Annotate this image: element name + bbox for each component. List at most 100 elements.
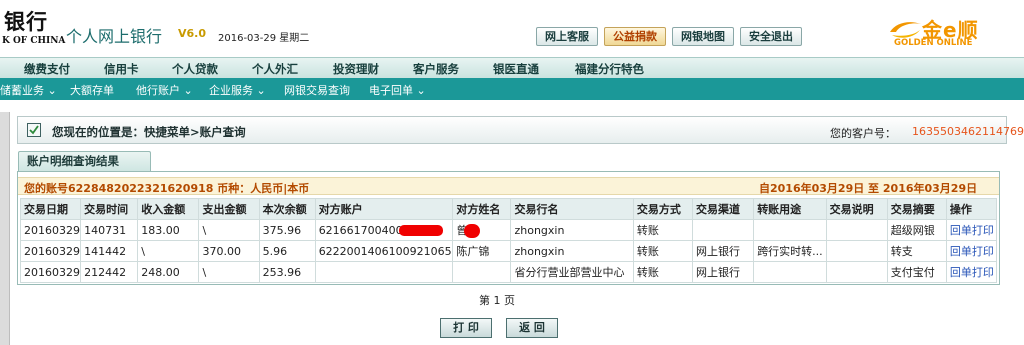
nav-item-payment[interactable]: 缴费支付 <box>24 61 70 77</box>
nav-item-medical[interactable]: 银医直通 <box>493 61 539 77</box>
left-collapse-strip[interactable] <box>0 112 10 345</box>
online-service-button[interactable]: 网上客服 <box>536 27 598 46</box>
cell-method: 转账 <box>632 219 694 241</box>
cell-note <box>825 219 888 241</box>
cell-bank-name: zhongxin <box>510 240 634 262</box>
receipt-print-link[interactable]: 回单打印 <box>945 219 998 241</box>
golden-swoosh-icon <box>890 22 921 38</box>
cell-counter-name <box>452 261 512 283</box>
tab-account-detail-result[interactable]: 账户明细查询结果 <box>18 151 151 171</box>
cell-expense: \ <box>198 261 260 283</box>
cell-date: 20160329 <box>19 261 82 283</box>
cell-counter-name: 曾 <box>452 219 512 241</box>
col-header-note: 交易说明 <box>825 198 888 220</box>
cell-purpose <box>753 219 827 241</box>
table-row: 20160329 140731 183.00 \ 375.96 62166170… <box>19 219 998 241</box>
main-nav: 缴费支付 信用卡 个人贷款 个人外汇 投资理财 客户服务 银医直通 福建分行特色 <box>0 57 1024 78</box>
cell-income: 183.00 <box>137 219 200 241</box>
cell-counter-account: 621661700400 <box>314 219 454 241</box>
col-header-expense: 支出金额 <box>198 198 260 220</box>
cell-purpose <box>753 261 827 283</box>
action-button-row: 打 印 返 回 <box>440 318 558 338</box>
col-header-purpose: 转账用途 <box>753 198 827 220</box>
col-header-action: 操作 <box>945 198 998 220</box>
header-date: 2016-03-29 星期二 <box>218 33 310 44</box>
cell-summary: 转支 <box>886 240 947 262</box>
site-title: 个人网上银行 <box>66 27 163 46</box>
col-header-date: 交易日期 <box>19 198 82 220</box>
cell-bank-name: zhongxin <box>510 219 634 241</box>
nav-item-personal-loan[interactable]: 个人贷款 <box>172 61 218 77</box>
sub-nav: 储蓄业务 ⌄ 大额存单 他行账户 ⌄ 企业服务 ⌄ 网银交易查询 电子回单 ⌄ <box>0 78 1024 100</box>
cell-income: \ <box>137 240 200 262</box>
cell-date: 20160329 <box>19 240 82 262</box>
nav-item-investment[interactable]: 投资理财 <box>333 61 379 77</box>
header: 银行 K OF CHINA 个人网上银行 V6.0 2016-03-29 星期二… <box>0 0 1024 56</box>
location-bar: 您现在的位置是：快捷菜单>账户查询 您的客户号： 163550346211476… <box>17 116 1024 144</box>
nav-item-fujian-branch[interactable]: 福建分行特色 <box>575 61 644 77</box>
cell-balance: 375.96 <box>258 219 316 241</box>
col-header-summary: 交易摘要 <box>886 198 947 220</box>
nav-item-customer-service[interactable]: 客户服务 <box>413 61 459 77</box>
cell-counter-account <box>314 261 454 283</box>
col-header-counter-account: 对方账户 <box>314 198 454 220</box>
customer-number: 1635503462114769 <box>912 125 1024 138</box>
cell-purpose: 跨行实时转... <box>753 240 827 262</box>
location-icon <box>27 123 41 137</box>
cell-summary: 支付宝付 <box>886 261 947 283</box>
subnav-enterprise-service[interactable]: 企业服务 ⌄ <box>209 82 266 98</box>
account-info: 您的账号6228482022321620918 币种：人民币|本币 <box>24 182 310 195</box>
cell-channel: 网上银行 <box>691 240 755 262</box>
table-row: 20160329 141442 \ 370.00 5.96 6222001406… <box>19 240 998 262</box>
table-row: 20160329 212442 248.00 \ 253.96 省分行营业部营业… <box>19 261 998 283</box>
subnav-e-receipt[interactable]: 电子回单 ⌄ <box>369 82 426 98</box>
redaction-mark <box>464 224 481 238</box>
result-panel: 您的账号6228482022321620918 币种：人民币|本币 自2016年… <box>17 171 1000 285</box>
cell-date: 20160329 <box>19 219 82 241</box>
subnav-other-bank-account[interactable]: 他行账户 ⌄ <box>136 82 193 98</box>
cell-counter-name: 陈广锦 <box>452 240 512 262</box>
redaction-mark <box>398 225 443 236</box>
subnav-large-deposit[interactable]: 大额存单 <box>70 82 114 98</box>
bank-logo[interactable]: 银行 <box>4 6 48 36</box>
transaction-table: 交易日期 交易时间 收入金额 支出金额 本次余额 对方账户 对方姓名 交易行名 … <box>19 198 998 283</box>
breadcrumb: 您现在的位置是：快捷菜单>账户查询 <box>52 125 246 139</box>
col-header-time: 交易时间 <box>80 198 139 220</box>
cell-balance: 5.96 <box>258 240 316 262</box>
nav-item-personal-forex[interactable]: 个人外汇 <box>252 61 298 77</box>
subnav-savings[interactable]: 储蓄业务 ⌄ <box>0 82 57 98</box>
col-header-channel: 交易渠道 <box>691 198 755 220</box>
account-info-bar: 您的账号6228482022321620918 币种：人民币|本币 自2016年… <box>18 177 999 195</box>
cell-bank-name: 省分行营业部营业中心 <box>510 261 634 283</box>
receipt-print-link[interactable]: 回单打印 <box>945 240 998 262</box>
cell-channel <box>691 219 755 241</box>
cell-note <box>825 240 888 262</box>
receipt-print-link[interactable]: 回单打印 <box>945 261 998 283</box>
counter-account-text: 621661700400 <box>318 223 403 237</box>
col-header-balance: 本次余额 <box>258 198 316 220</box>
page-indicator: 第 1 页 <box>479 294 515 307</box>
col-header-income: 收入金额 <box>137 198 200 220</box>
cell-time: 212442 <box>80 261 139 283</box>
cell-balance: 253.96 <box>258 261 316 283</box>
cell-method: 转账 <box>632 240 694 262</box>
bank-map-button[interactable]: 网银地图 <box>672 27 734 46</box>
cell-time: 141442 <box>80 240 139 262</box>
charity-donation-button[interactable]: 公益捐款 <box>604 27 666 46</box>
cell-time: 140731 <box>80 219 139 241</box>
table-header-row: 交易日期 交易时间 收入金额 支出金额 本次余额 对方账户 对方姓名 交易行名 … <box>19 198 998 220</box>
subnav-transaction-query[interactable]: 网银交易查询 <box>284 82 350 98</box>
bank-logo-en: K OF CHINA <box>2 36 66 46</box>
cell-note <box>825 261 888 283</box>
cell-income: 248.00 <box>137 261 200 283</box>
cell-counter-account: 6222001406100921065 <box>314 240 454 262</box>
customer-number-label: 您的客户号： <box>830 127 896 140</box>
date-range: 自2016年03月29日 至 2016年03月29日 <box>759 182 978 195</box>
golden-online-logo: 金e顺 GOLDEN ONLINE <box>884 8 1024 52</box>
safe-logout-button[interactable]: 安全退出 <box>740 27 802 46</box>
nav-item-credit-card[interactable]: 信用卡 <box>104 61 139 77</box>
back-button[interactable]: 返 回 <box>506 318 558 338</box>
top-button-group: 网上客服 公益捐款 网银地图 安全退出 <box>536 27 802 46</box>
col-header-bank-name: 交易行名 <box>510 198 634 220</box>
print-button[interactable]: 打 印 <box>440 318 492 338</box>
